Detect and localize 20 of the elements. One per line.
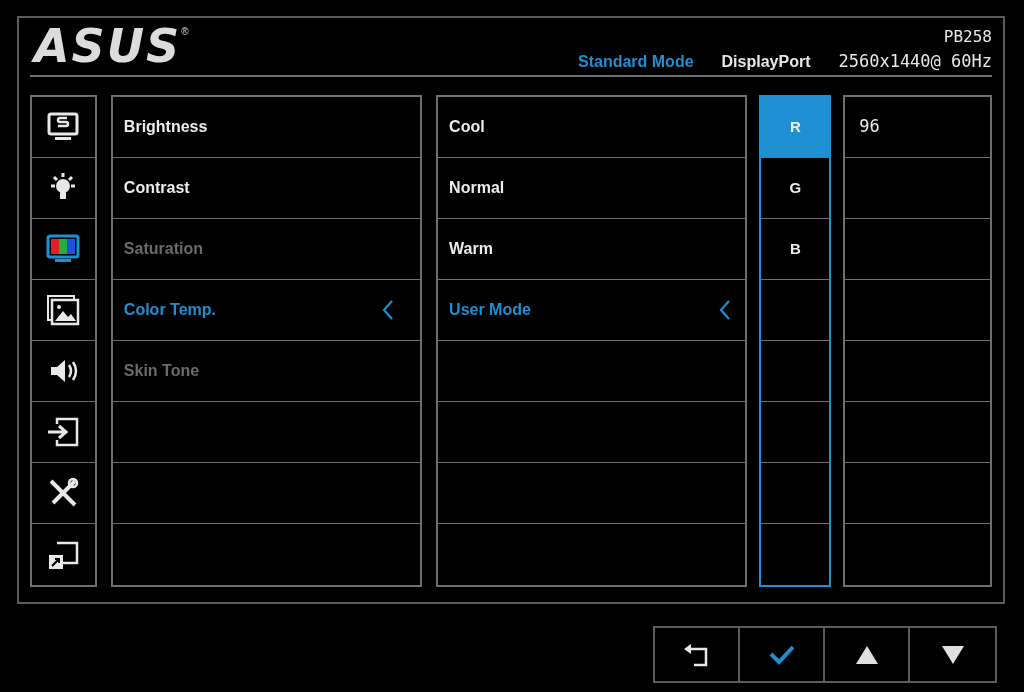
menu-item[interactable]: Brightness: [123, 115, 208, 139]
option-item[interactable]: Warm: [449, 237, 493, 261]
display-mode: Standard Mode: [578, 51, 694, 72]
check-icon: [768, 644, 795, 665]
chevron-left-icon: [382, 300, 395, 320]
menu-item[interactable]: Color Temp.: [123, 298, 216, 322]
registered-mark: ®: [181, 25, 189, 37]
option-item[interactable]: User Mode: [449, 298, 531, 322]
chevron-left-icon: [719, 300, 732, 320]
channel-item[interactable]: B: [761, 219, 830, 279]
channel-item[interactable]: G: [761, 158, 830, 218]
menu-item[interactable]: Contrast: [123, 176, 190, 200]
triangle-down-icon: [941, 645, 964, 664]
triangle-up-icon: [855, 645, 878, 664]
option-item[interactable]: Cool: [449, 115, 485, 139]
option-item[interactable]: Normal: [449, 176, 505, 200]
model-name: PB258: [943, 25, 992, 48]
resolution: 2560x1440@ 60Hz: [838, 49, 992, 73]
input-source: DisplayPort: [721, 51, 811, 72]
channel-value: 96: [859, 115, 880, 139]
